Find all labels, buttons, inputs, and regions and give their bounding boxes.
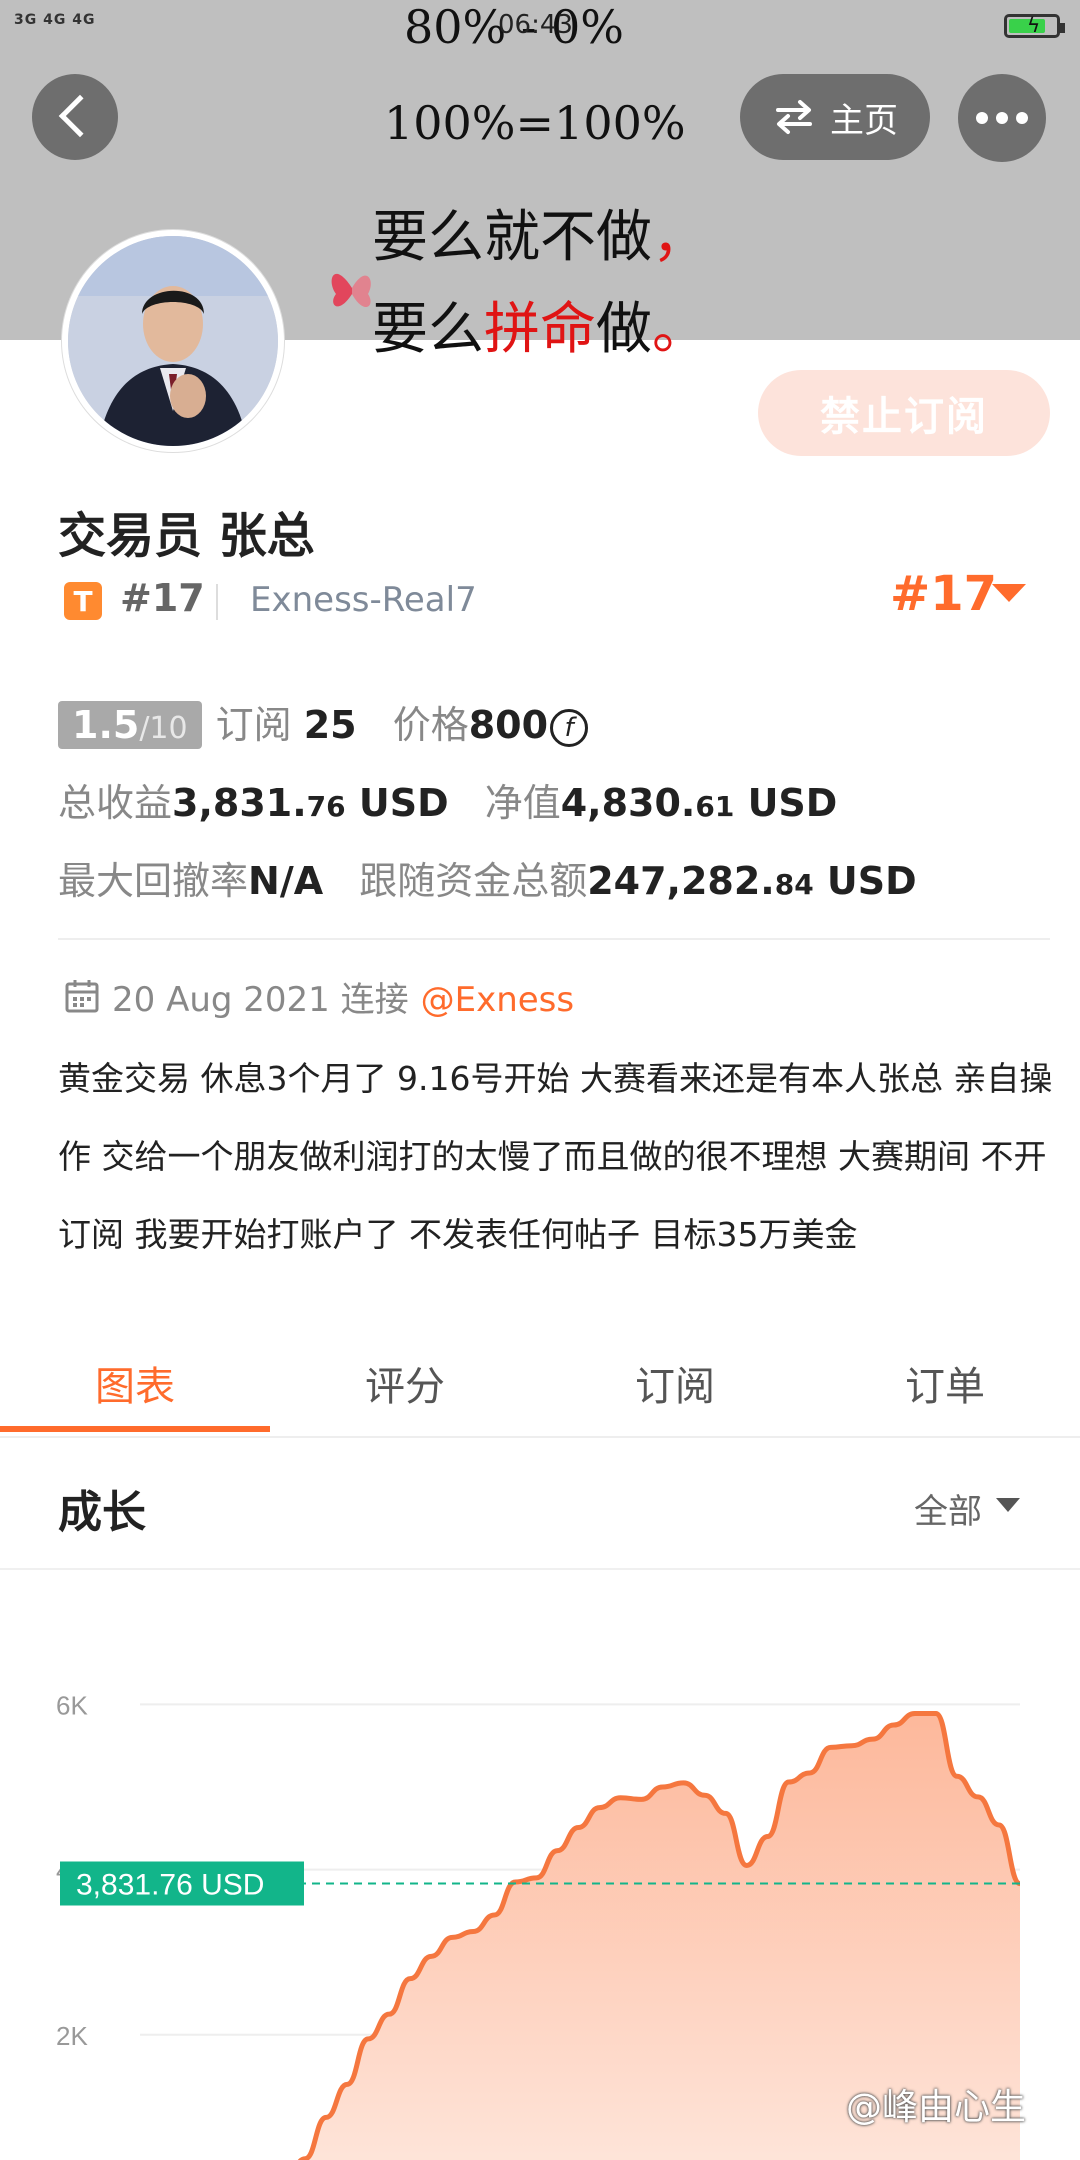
connected-date: 20 Aug 2021 连接 @Exness [112, 972, 574, 1021]
subs-value: 25 [303, 703, 357, 747]
coin-icon: f [550, 708, 589, 747]
y-tick-label: 2K [56, 2021, 88, 2051]
price-label: 价格 [392, 703, 469, 747]
profit-value: 3,831.76 USD [172, 781, 449, 825]
follow-value: 247,282.84 USD [587, 859, 917, 903]
network-label: 3G 4G 4G [14, 12, 96, 28]
range-filter[interactable]: 全部 [914, 1484, 982, 1533]
app-screen: 3G 4G 4G ϟ 80% - 0% 06:43 100%=100% 要么就不… [0, 0, 1080, 2160]
profit-label: 总收益 [58, 781, 173, 825]
follow-label: 跟随资金总额 [359, 859, 588, 903]
section-divider [0, 1568, 1080, 1570]
equity-label: 净值 [484, 781, 561, 825]
section-divider [58, 938, 1050, 940]
drawdown-value: N/A [248, 859, 324, 903]
rank-dropdown[interactable]: #17 [890, 566, 997, 622]
swap-icon [776, 100, 812, 134]
subs-label: 订阅 [215, 703, 292, 747]
tab-chart[interactable]: 图表 [0, 1354, 270, 1412]
tab-orders[interactable]: 订单 [810, 1354, 1080, 1412]
banner-line-4: 要么拼命做。 [372, 284, 708, 365]
tab-subscription[interactable]: 订阅 [540, 1354, 810, 1412]
rank-label: #17 [120, 576, 205, 620]
current-value-label: 3,831.76 USD [76, 1868, 264, 1901]
equity-value: 4,830.61 USD [560, 781, 838, 825]
trader-name: 交易员 张总 [58, 508, 315, 564]
avatar-photo [68, 236, 278, 446]
stats-row-1: 1.5/10 订阅 25 价格800 f [58, 694, 589, 749]
butterfly-icon [331, 273, 371, 308]
home-button[interactable]: 主页 [740, 74, 930, 160]
banner-line-4-end: 。 [652, 297, 708, 362]
score-value: 1.5 [72, 703, 140, 747]
banner-line-3-comma: ， [652, 205, 708, 270]
home-button-label: 主页 [830, 100, 898, 141]
broker-link[interactable]: @Exness [421, 980, 575, 1020]
back-button[interactable] [32, 74, 118, 160]
score-max: /10 [139, 711, 188, 746]
growth-chart[interactable]: 6K4K2K 3,831.76 USD [0, 1580, 1080, 2160]
banner-line-4-b: 做 [596, 297, 652, 362]
divider [216, 584, 218, 620]
banner-line-2: 100%=100% [384, 96, 686, 150]
subscribe-button[interactable]: 禁止订阅 [758, 370, 1050, 456]
banner-line-3-text: 要么就不做 [372, 205, 652, 270]
watermark: @峰由心生 [846, 2087, 1027, 2128]
avatar[interactable] [62, 230, 284, 452]
drawdown-label: 最大回撤率 [58, 859, 249, 903]
battery-icon: ϟ [1004, 13, 1065, 38]
stats-row-2: 总收益3,831.76 USD 净值4,830.61 USD [58, 772, 837, 827]
status-clock: 06:43 [498, 10, 573, 40]
date-text: 20 Aug 2021 连接 [112, 980, 409, 1020]
more-dots-icon [976, 112, 988, 124]
caret-down-icon[interactable] [992, 584, 1026, 602]
server-name: Exness-Real7 [250, 580, 477, 620]
banner-line-4-red: 拼命 [484, 297, 596, 362]
tab-bar: 图表 评分 订阅 订单 [0, 1334, 1080, 1438]
tab-indicator [0, 1426, 270, 1432]
calendar-icon [65, 980, 99, 1013]
signal-indicator: 3G 4G 4G [14, 12, 95, 28]
trader-description: 黄金交易 休息3个月了 9.16号开始 大赛看来还是有本人张总 亲自操作 交给一… [58, 1059, 1053, 1254]
stats-row-3: 最大回撤率N/A 跟随资金总额247,282.84 USD [58, 850, 917, 905]
chevron-left-icon [58, 94, 102, 138]
caret-down-icon[interactable] [996, 1498, 1020, 1512]
banner-line-4-a: 要么 [372, 297, 484, 362]
y-tick-label: 6K [56, 1690, 88, 1720]
tab-rating[interactable]: 评分 [270, 1354, 540, 1412]
banner-line-3: 要么就不做， [372, 192, 708, 273]
price-value: 800 [468, 703, 549, 747]
growth-title: 成长 [58, 1487, 146, 1538]
tier-badge: T [64, 582, 102, 620]
more-button[interactable] [958, 74, 1046, 162]
score-badge: 1.5/10 [58, 701, 202, 749]
